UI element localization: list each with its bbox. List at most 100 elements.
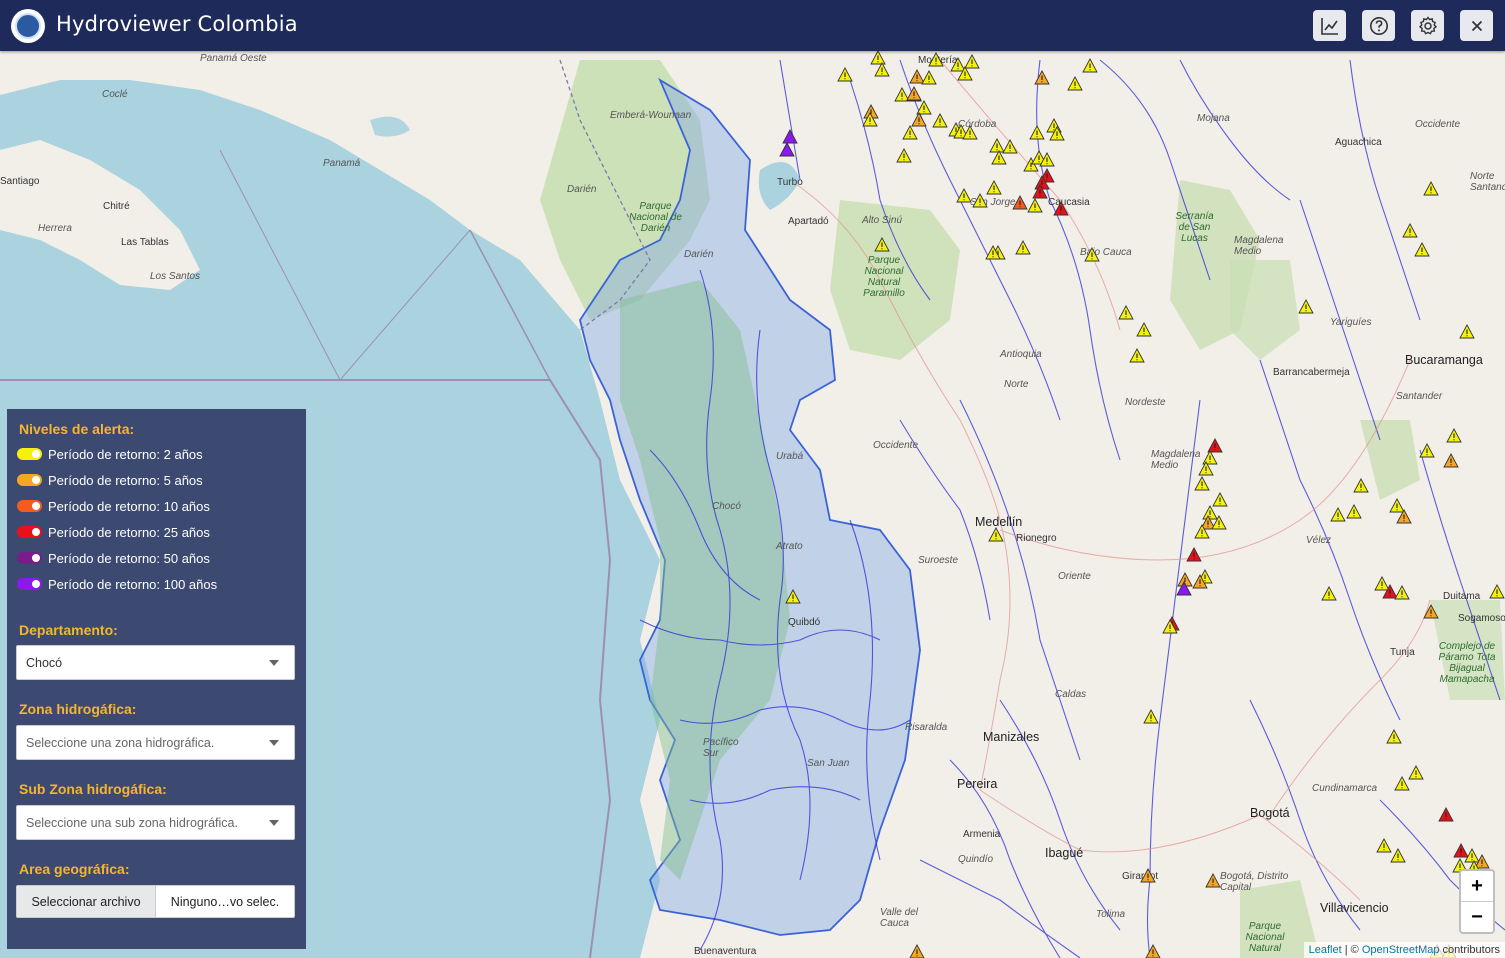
alert-triangle-icon[interactable] [1489,584,1505,599]
alert-triangle-icon[interactable] [1015,240,1031,255]
alert-triangle-icon[interactable] [1029,125,1045,140]
legend-item-25[interactable]: Período de retorno: 25 años [17,523,210,541]
alert-triangle-icon[interactable] [1012,195,1028,210]
alert-triangle-icon[interactable] [1002,139,1018,154]
alert-triangle-icon[interactable] [986,180,1002,195]
alert-triangle-icon[interactable] [1140,868,1156,883]
toggle-icon[interactable] [17,474,42,486]
alert-triangle-icon[interactable] [1202,450,1218,465]
alert-triangle-icon[interactable] [1446,428,1462,443]
alert-triangle-icon[interactable] [874,62,890,77]
alert-triangle-icon[interactable] [921,70,937,85]
alert-triangle-icon[interactable] [1321,586,1337,601]
osm-link[interactable]: OpenStreetMap [1362,944,1440,956]
legend-label: Período de retorno: 5 años [48,472,203,488]
alert-triangle-icon[interactable] [1386,729,1402,744]
file-input[interactable]: Seleccionar archivo Ninguno…vo selec. [16,885,295,918]
departamento-select[interactable]: Chocó [16,645,295,680]
alert-triangle-icon[interactable] [1389,498,1405,513]
alert-triangle-icon[interactable] [1376,838,1392,853]
alert-triangle-icon[interactable] [1202,505,1218,520]
toggle-icon[interactable] [17,526,42,538]
alert-triangle-icon[interactable] [1082,58,1098,73]
alert-triangle-icon[interactable] [1394,776,1410,791]
alert-triangle-icon[interactable] [1212,492,1228,507]
alert-triangle-icon[interactable] [1459,324,1475,339]
alert-triangle-icon[interactable] [1419,443,1435,458]
alert-triangle-icon[interactable] [916,100,932,115]
alert-triangle-icon[interactable] [1034,70,1050,85]
alert-triangle-icon[interactable] [1194,476,1210,491]
toggle-icon[interactable] [17,552,42,564]
legend-label: Período de retorno: 10 años [48,498,210,514]
alert-triangle-icon[interactable] [779,142,795,157]
alert-triangle-icon[interactable] [1374,576,1390,591]
alert-triangle-icon[interactable] [909,69,925,84]
alert-triangle-icon[interactable] [956,188,972,203]
alert-triangle-icon[interactable] [1118,305,1134,320]
alert-triangle-icon[interactable] [1207,438,1223,453]
alert-triangle-icon[interactable] [785,589,801,604]
alert-triangle-icon[interactable] [1346,504,1362,519]
alert-triangle-icon[interactable] [950,57,966,72]
alert-triangle-icon[interactable] [1143,709,1159,724]
alert-triangle-icon[interactable] [1027,198,1043,213]
alert-triangle-icon[interactable] [909,944,925,958]
alert-triangle-icon[interactable] [902,125,918,140]
alert-triangle-icon[interactable] [1330,507,1346,522]
help-button[interactable] [1362,10,1395,41]
alert-triangle-icon[interactable] [1136,322,1152,337]
file-select-button[interactable]: Seleccionar archivo [17,886,156,917]
alert-triangle-icon[interactable] [906,86,922,101]
alert-triangle-icon[interactable] [1353,478,1369,493]
zoom-in-button[interactable]: + [1461,871,1493,902]
alert-triangle-icon[interactable] [988,527,1004,542]
alert-triangle-icon[interactable] [972,193,988,208]
alert-triangle-icon[interactable] [1394,585,1410,600]
alert-triangle-icon[interactable] [874,237,890,252]
leaflet-link[interactable]: Leaflet [1309,944,1342,956]
settings-button[interactable] [1411,10,1444,41]
alert-triangle-icon[interactable] [1438,807,1454,822]
alert-triangle-icon[interactable] [1414,242,1430,257]
alert-triangle-icon[interactable] [1205,873,1221,888]
alert-triangle-icon[interactable] [782,129,798,144]
toggle-icon[interactable] [17,578,42,590]
alert-triangle-icon[interactable] [1423,604,1439,619]
toggle-icon[interactable] [17,448,42,460]
alert-triangle-icon[interactable] [911,112,927,127]
legend-item-100[interactable]: Período de retorno: 100 años [17,575,217,593]
zona-select[interactable]: Seleccione una zona hidrográfica. [16,725,295,760]
alert-triangle-icon[interactable] [1145,944,1161,958]
legend-item-50[interactable]: Período de retorno: 50 años [17,549,210,567]
alert-triangle-icon[interactable] [896,148,912,163]
alert-triangle-icon[interactable] [1390,848,1406,863]
chart-button[interactable] [1313,10,1346,41]
legend-item-5[interactable]: Período de retorno: 5 años [17,471,203,489]
alert-triangle-icon[interactable] [837,67,853,82]
toggle-icon[interactable] [17,500,42,512]
subzona-select[interactable]: Seleccione una sub zona hidrográfica. [16,805,295,840]
alert-triangle-icon[interactable] [1443,453,1459,468]
alert-triangle-icon[interactable] [928,52,944,67]
alert-triangle-icon[interactable] [989,138,1005,153]
alert-triangle-icon[interactable] [1067,76,1083,91]
alert-triangle-icon[interactable] [1129,348,1145,363]
departamento-value: Chocó [26,655,63,670]
alert-triangle-icon[interactable] [870,51,886,65]
legend-item-2[interactable]: Período de retorno: 2 años [17,445,203,463]
zoom-out-button[interactable]: − [1461,902,1493,932]
alert-triangle-icon[interactable] [1298,299,1314,314]
alert-triangle-icon[interactable] [1423,181,1439,196]
alert-triangle-icon[interactable] [1053,201,1069,216]
alert-triangle-icon[interactable] [964,54,980,69]
alert-triangle-icon[interactable] [1402,223,1418,238]
alert-triangle-icon[interactable] [1408,765,1424,780]
alert-triangle-icon[interactable] [894,87,910,102]
alert-triangle-icon[interactable] [1084,247,1100,262]
alert-triangle-icon[interactable] [1453,843,1469,858]
close-button[interactable] [1460,10,1493,41]
alert-triangle-icon[interactable] [932,113,948,128]
legend-item-10[interactable]: Período de retorno: 10 años [17,497,210,515]
alert-triangle-icon[interactable] [1186,547,1202,562]
